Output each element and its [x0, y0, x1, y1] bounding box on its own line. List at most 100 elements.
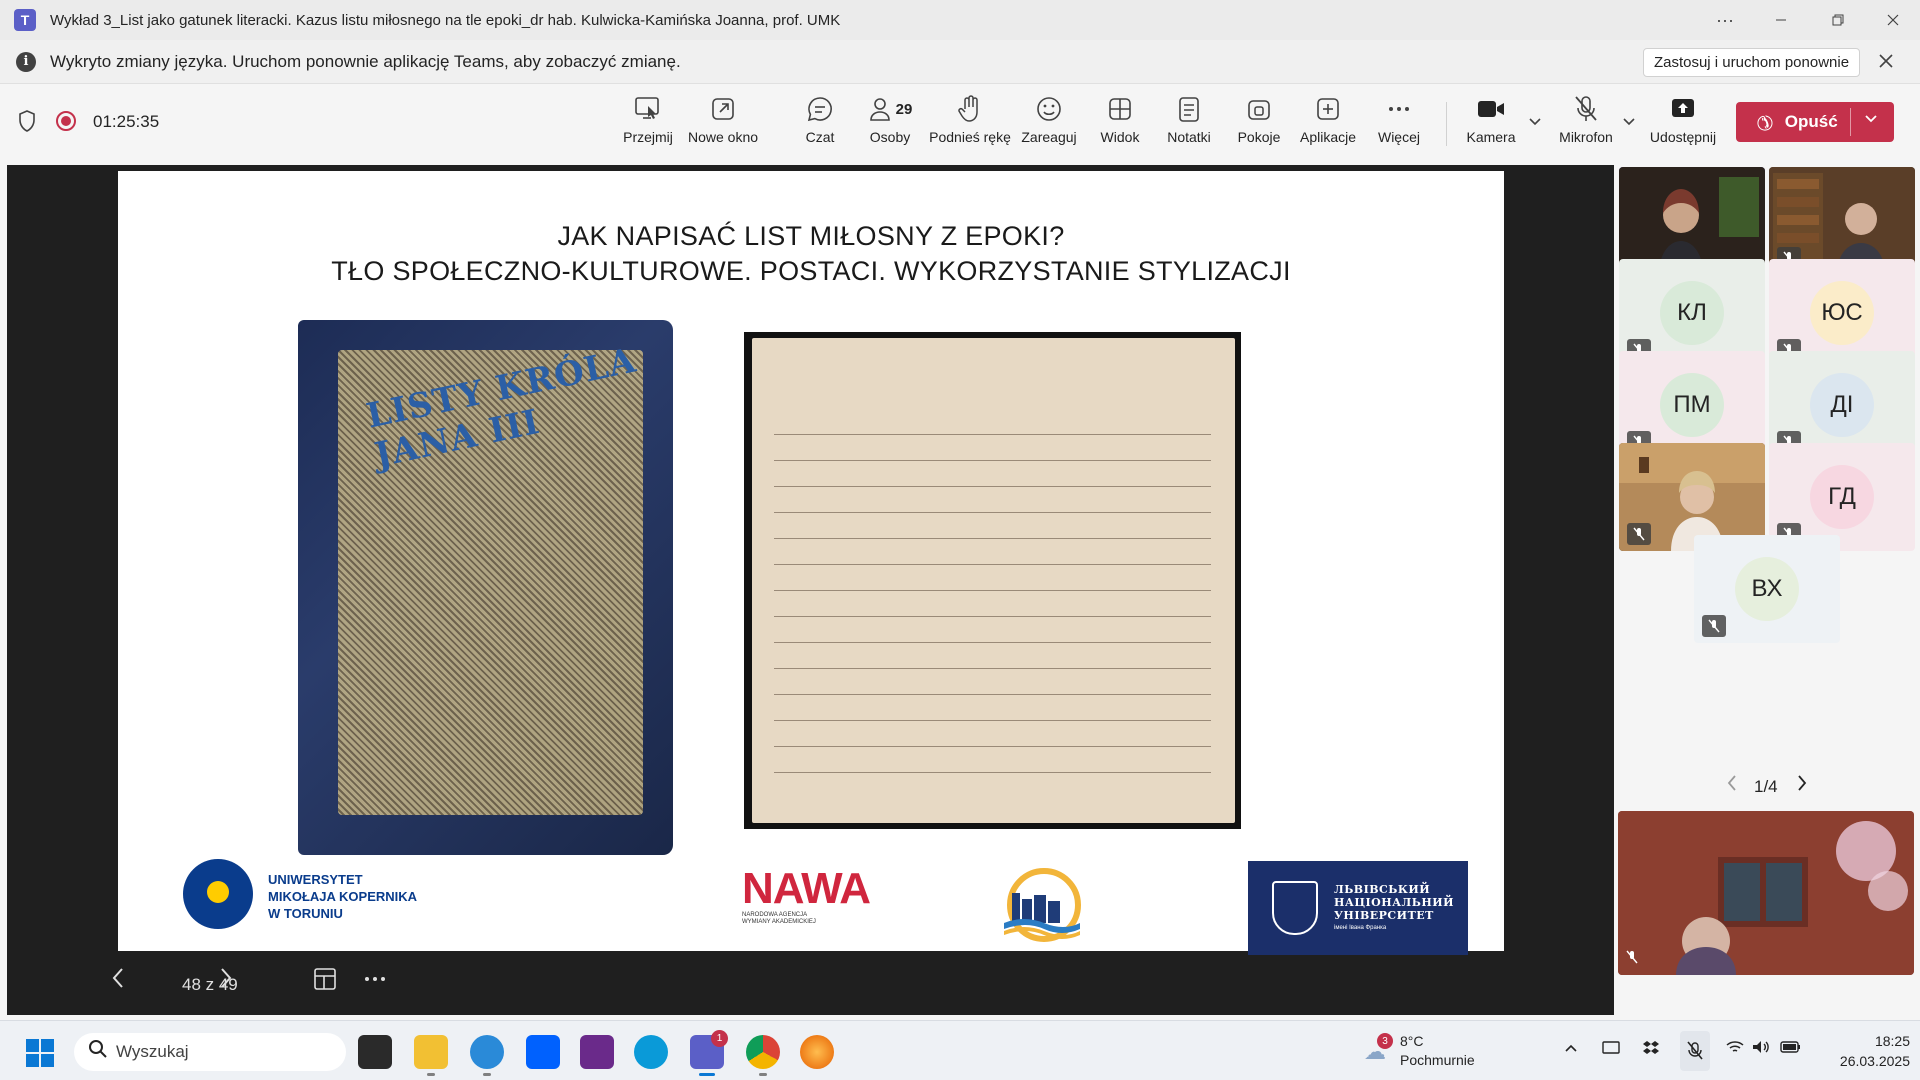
shield-icon: [19, 110, 35, 132]
tray-app-icon[interactable]: [1602, 1040, 1620, 1061]
participant-avatar: ЮС: [1810, 281, 1874, 345]
participants-pager: 1/4: [1614, 772, 1920, 802]
raise-hand-icon: [957, 94, 983, 124]
people-button[interactable]: 29 Osoby: [864, 94, 916, 154]
leave-button[interactable]: ✆ Opuść: [1736, 102, 1894, 142]
umk-logo: UNIWERSYTET MIKOŁAJA KOPERNIKA W TORUNIU: [183, 859, 443, 939]
apply-restart-button[interactable]: Zastosuj i uruchom ponownie: [1643, 48, 1860, 77]
close-icon[interactable]: [1870, 0, 1916, 40]
take-control-button[interactable]: Przejmij: [620, 94, 676, 154]
firefox-icon[interactable]: [800, 1035, 834, 1069]
muted-icon: [1626, 950, 1638, 969]
rooms-icon: [1246, 94, 1272, 124]
toolbar-separator: [1446, 102, 1447, 146]
nawa-logo-subtext: NARODOWA AGENCJA WYMIANY AKADEMICKIEJ: [742, 912, 816, 925]
temperature: 8°C: [1400, 1033, 1424, 1049]
edge-browser-icon[interactable]: [470, 1035, 504, 1076]
teams-taskbar-icon[interactable]: 1: [690, 1030, 728, 1076]
recording-icon: [56, 111, 76, 131]
notes-icon: [1177, 94, 1201, 124]
search-placeholder: Wyszukaj: [116, 1042, 189, 1061]
presentation-slide: JAK NAPISAĆ LIST MIŁOSNY Z EPOKI? TŁO SP…: [118, 171, 1504, 955]
slide-title-line-2: TŁO SPOŁECZNO-KULTUROWE. POSTACI. WYKORZ…: [331, 256, 1291, 286]
react-icon: [1035, 94, 1063, 124]
mic-options-chevron-icon[interactable]: [1622, 114, 1636, 130]
book-cover-image: LISTY KRÓLA JANA III: [298, 320, 673, 855]
camera-options-chevron-icon[interactable]: [1528, 114, 1542, 130]
leave-options-chevron-icon[interactable]: [1864, 111, 1878, 129]
more-label: Więcej: [1377, 129, 1420, 145]
dropbox-tray-icon[interactable]: [1642, 1040, 1660, 1061]
handwritten-letter-image: [744, 332, 1241, 829]
slide-more-options-icon[interactable]: [363, 967, 387, 998]
grid-view-icon[interactable]: [313, 967, 337, 998]
new-window-button[interactable]: Nowe okno: [686, 94, 760, 154]
nawa-logo: NAWA NARODOWA AGENCJA WYMIANY AKADEMICKI…: [742, 866, 892, 926]
featured-participant-video[interactable]: [1618, 811, 1914, 975]
chat-label: Czat: [805, 129, 835, 145]
participant-tile[interactable]: ВХ: [1694, 535, 1840, 643]
volume-icon[interactable]: [1752, 1040, 1770, 1059]
microphone-button[interactable]: Mikrofon: [1556, 94, 1616, 154]
more-icon: [1386, 94, 1412, 124]
onenote-icon[interactable]: [580, 1035, 614, 1069]
raise-hand-button[interactable]: Podnieś rękę: [929, 94, 1011, 154]
participant-avatar: ДІ: [1810, 373, 1874, 437]
react-label: Zareaguj: [1021, 129, 1077, 145]
camera-button[interactable]: Kamera: [1466, 94, 1516, 154]
lnu-logo: ЛЬВІВСЬКИЙ НАЦІОНАЛЬНИЙ УНІВЕРСИТЕТ імен…: [1248, 861, 1468, 955]
leave-label: Opuść: [1784, 112, 1838, 131]
notification-message: Wykryto zmiany języka. Uruchom ponownie …: [50, 51, 681, 71]
more-options-icon[interactable]: ···: [1702, 0, 1748, 40]
react-button[interactable]: Zareaguj: [1021, 94, 1077, 154]
wifi-icon[interactable]: [1726, 1040, 1744, 1059]
dropbox-icon[interactable]: [526, 1035, 560, 1069]
skype-icon[interactable]: [634, 1035, 668, 1069]
take-control-icon: [634, 94, 662, 124]
camera-icon: [1476, 94, 1506, 124]
teams-icon: T: [14, 9, 36, 31]
notes-button[interactable]: Notatki: [1164, 94, 1214, 154]
phone-hangup-icon: ✆: [1750, 107, 1778, 136]
dismiss-notification-icon[interactable]: [1878, 49, 1894, 75]
take-control-label: Przejmij: [623, 129, 673, 145]
task-view-icon[interactable]: [358, 1035, 392, 1069]
previous-slide-icon[interactable]: [111, 967, 125, 996]
next-page-icon[interactable]: [1796, 774, 1808, 798]
share-button[interactable]: Udostępnij: [1650, 94, 1716, 154]
taskbar-clock[interactable]: 18:25 26.03.2025: [1815, 1031, 1910, 1071]
meeting-toolbar: 01:25:35 Przejmij Nowe okno Czat 29 Osob…: [0, 84, 1920, 160]
shared-content-stage: JAK NAPISAĆ LIST MIŁOSNY Z EPOKI? TŁO SP…: [7, 165, 1614, 1015]
apps-button[interactable]: Aplikacje: [1298, 94, 1358, 154]
taskbar-search[interactable]: Wyszukaj: [74, 1033, 346, 1071]
apps-label: Aplikacje: [1299, 129, 1357, 145]
restore-icon[interactable]: [1815, 0, 1861, 40]
muted-icon: [1627, 523, 1651, 545]
rooms-label: Pokoje: [1237, 129, 1281, 145]
rooms-button[interactable]: Pokoje: [1236, 94, 1282, 154]
more-button[interactable]: Więcej: [1374, 94, 1424, 154]
window-title: Wykład 3_List jako gatunek literacki. Ka…: [50, 11, 841, 29]
clock-time: 18:25: [1874, 1033, 1910, 1049]
mic-muted-tray-icon[interactable]: [1680, 1031, 1710, 1071]
minimize-icon[interactable]: [1758, 0, 1804, 40]
notes-label: Notatki: [1167, 129, 1211, 145]
weather-condition: Pochmurnie: [1400, 1052, 1475, 1068]
participant-avatar: ВХ: [1735, 557, 1799, 621]
show-hidden-icons-chevron-icon[interactable]: [1564, 1040, 1578, 1058]
chrome-icon[interactable]: [746, 1035, 780, 1076]
chat-button[interactable]: Czat: [800, 94, 840, 154]
next-slide-icon[interactable]: [219, 967, 233, 996]
file-explorer-icon[interactable]: [414, 1035, 448, 1076]
battery-icon[interactable]: [1780, 1040, 1802, 1059]
view-button[interactable]: Widok: [1097, 94, 1143, 154]
lnu-logo-subtext: імені Івана Франка: [1334, 925, 1387, 931]
mic-off-icon: [1573, 94, 1599, 124]
view-label: Widok: [1100, 129, 1140, 145]
letter-handwriting: [774, 412, 1211, 789]
pop-out-icon: [710, 94, 736, 124]
previous-page-icon[interactable]: [1726, 774, 1738, 798]
umk-emblem-icon: [183, 859, 253, 929]
weather-badge: 3: [1377, 1033, 1393, 1049]
windows-start-icon[interactable]: [26, 1039, 54, 1067]
